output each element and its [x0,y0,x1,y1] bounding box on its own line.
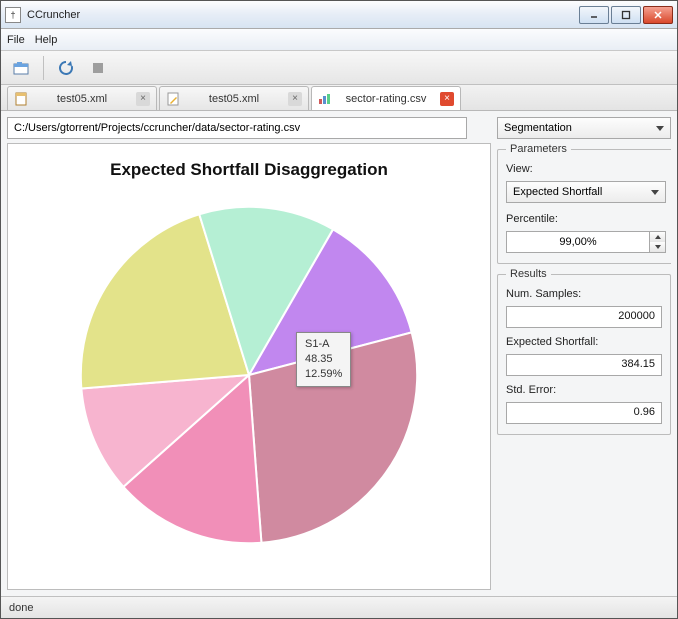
tooltip-value: 48.35 [305,352,342,367]
close-button[interactable] [643,6,673,24]
segmentation-label: Segmentation [504,122,572,134]
status-text: done [9,602,33,614]
edit-icon [166,92,180,106]
content-area: Segmentation Expected Shortfall Disaggre… [1,111,677,596]
parameters-legend: Parameters [506,143,571,155]
stop-button[interactable] [84,54,112,82]
spin-up-button[interactable] [650,232,665,242]
minimize-button[interactable] [579,6,609,24]
num-samples-value: 200000 [506,306,662,328]
percentile-spinner[interactable] [506,231,666,253]
tab-label: test05.xml [186,93,282,105]
tab-close-icon[interactable]: × [136,92,150,106]
percentile-label: Percentile: [506,213,666,225]
es-label: Expected Shortfall: [506,336,662,348]
tab-close-icon[interactable]: × [288,92,302,106]
tab-test05-1[interactable]: test05.xml × [7,86,157,110]
statusbar: done [1,596,677,618]
view-select[interactable]: Expected Shortfall [506,181,666,203]
chart-title: Expected Shortfall Disaggregation [110,160,388,180]
tooltip-name: S1-A [305,337,342,352]
maximize-button[interactable] [611,6,641,24]
chart-tooltip: S1-A 48.35 12.59% [296,332,351,387]
num-samples-label: Num. Samples: [506,288,662,300]
path-input[interactable] [7,117,467,139]
view-label: View: [506,163,666,175]
chart-panel: Expected Shortfall Disaggregation S1-A 4… [7,143,491,590]
tab-close-icon[interactable]: × [440,92,454,106]
app-window: † CCruncher File Help test05.xml × test0… [0,0,678,619]
tabstrip: test05.xml × test05.xml × sector-rating.… [1,85,677,111]
tab-label: sector-rating.csv [338,93,434,105]
stderr-label: Std. Error: [506,384,662,396]
segmentation-combo[interactable]: Segmentation [497,117,671,139]
chart-icon [318,92,332,106]
menu-help[interactable]: Help [35,34,58,46]
window-title: CCruncher [27,9,579,21]
refresh-button[interactable] [52,54,80,82]
parameters-group: Parameters View: Expected Shortfall Perc… [497,143,671,264]
tooltip-percent: 12.59% [305,367,342,382]
pie-chart[interactable]: S1-A 48.35 12.59% [64,190,434,560]
app-icon: † [5,7,21,23]
chevron-down-icon [656,126,664,131]
stderr-value: 0.96 [506,402,662,424]
open-file-button[interactable] [7,54,35,82]
titlebar[interactable]: † CCruncher [1,1,677,29]
view-value: Expected Shortfall [513,186,602,198]
toolbar-separator [43,56,44,80]
chevron-down-icon [651,190,659,195]
toolbar [1,51,677,85]
tab-test05-2[interactable]: test05.xml × [159,86,309,110]
xml-icon [14,92,28,106]
tab-sector-rating[interactable]: sector-rating.csv × [311,86,461,110]
side-panel: Parameters View: Expected Shortfall Perc… [497,143,671,590]
results-legend: Results [506,268,551,280]
es-value: 384.15 [506,354,662,376]
spin-down-button[interactable] [650,242,665,252]
path-field[interactable] [7,117,467,139]
results-group: Results Num. Samples: 200000 Expected Sh… [497,268,671,435]
menu-file[interactable]: File [7,34,25,46]
percentile-input[interactable] [506,231,650,253]
tab-label: test05.xml [34,93,130,105]
menubar: File Help [1,29,677,51]
